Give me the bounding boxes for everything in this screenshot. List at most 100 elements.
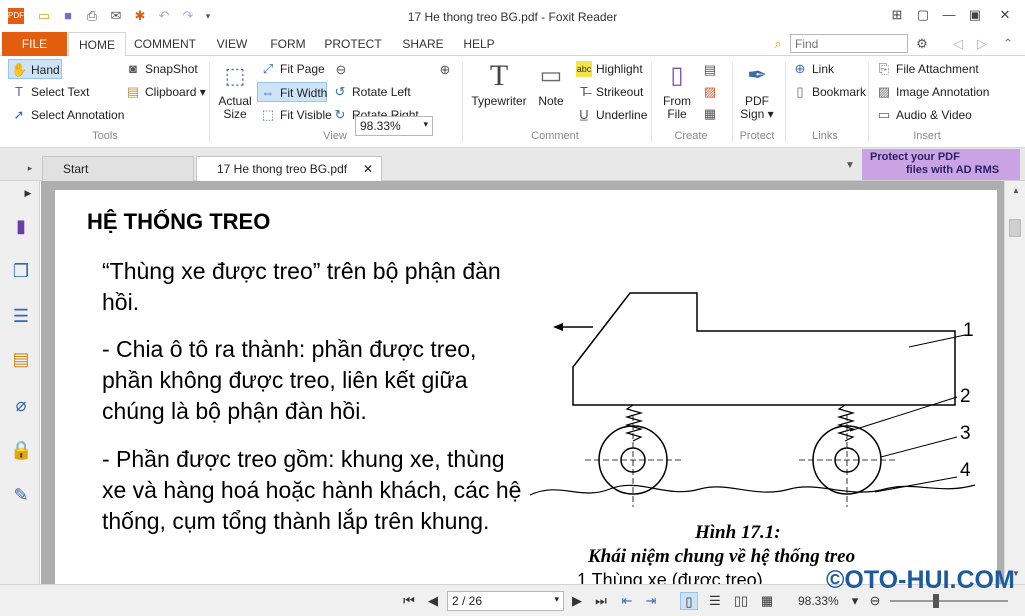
tab-file[interactable]: FILE — [2, 32, 67, 56]
tab-home[interactable]: HOME — [68, 32, 126, 57]
zoom-slider-handle[interactable] — [933, 594, 940, 608]
text-cursor-icon: T — [15, 84, 23, 99]
scroll-thumb[interactable] — [1009, 219, 1021, 237]
clipboard-icon: ▤ — [126, 84, 140, 99]
settings-gear-icon[interactable]: ⚙ — [914, 36, 930, 52]
strikeout-button[interactable]: T̶ Strikeout — [574, 82, 643, 102]
collapse-ribbon-icon[interactable]: ⌃ — [1000, 36, 1016, 52]
select-annotation-button[interactable]: ➚ Select Annotation — [9, 105, 125, 125]
layers-icon[interactable]: ☰ — [10, 305, 32, 327]
pdf-sign-button[interactable]: ✒ PDF Sign ▾ — [736, 61, 778, 121]
pdf-page: HỆ THỐNG TREO “Thùng xe được treo” trên … — [55, 190, 997, 584]
search-input[interactable] — [790, 34, 908, 53]
single-page-icon[interactable]: ▯ — [680, 592, 698, 610]
page-number-input[interactable]: 2 / 26 ▾ — [447, 591, 564, 611]
comments-icon[interactable]: ▤ — [10, 348, 32, 370]
fit-visible-button[interactable]: ⬚ Fit Visible — [258, 105, 332, 125]
restore-ribbon-icon[interactable]: ▢ — [912, 6, 934, 24]
create-clipboard-icon[interactable]: ▦ — [702, 106, 718, 122]
tab-help[interactable]: HELP — [458, 32, 500, 56]
continuous-page-icon[interactable]: ☰ — [706, 592, 724, 610]
tab-dropdown-icon[interactable]: ▼ — [842, 158, 858, 174]
tab-share[interactable]: SHARE — [396, 32, 450, 56]
close-tab-icon[interactable]: ✕ — [363, 157, 373, 181]
create-blank-icon[interactable]: ▤ — [702, 62, 718, 78]
pointer-icon: ➚ — [13, 107, 25, 122]
vertical-scrollbar[interactable]: ▲ ▼ — [1004, 181, 1025, 584]
typewriter-button[interactable]: T Typewriter — [470, 61, 528, 108]
link-button[interactable]: ⊕ Link — [790, 59, 834, 79]
ribbon-separator — [462, 62, 463, 142]
arrow-head — [553, 323, 563, 331]
tab-comment[interactable]: COMMENT — [130, 32, 200, 56]
group-label-insert: Insert — [913, 130, 941, 142]
leader-line — [880, 436, 958, 458]
actual-size-button[interactable]: ⬚ Actual Size — [214, 61, 256, 121]
image-annotation-button[interactable]: ▨ Image Annotation — [874, 82, 990, 102]
tab-list-icon[interactable]: ▸ — [22, 160, 38, 176]
search-folder-icon[interactable]: ⌕ — [770, 36, 786, 52]
attachment-icon: ⎘ — [878, 61, 890, 76]
zoom-select[interactable]: 98.33% ▾ — [355, 116, 433, 136]
previous-page-icon[interactable]: ◀ — [424, 592, 442, 610]
tab-protect[interactable]: PROTECT — [320, 32, 386, 56]
next-result-icon[interactable]: ▷ — [974, 36, 990, 52]
pages-icon[interactable]: ❐ — [10, 260, 32, 282]
camera-icon: ◙ — [129, 61, 137, 76]
video-icon: ▭ — [877, 107, 891, 122]
continuous-facing-icon[interactable]: ▦ — [758, 592, 776, 610]
zoom-out-icon[interactable]: ⊖ — [333, 62, 349, 78]
ad-banner[interactable]: Protect your PDF files with AD RMS — [862, 149, 1020, 180]
fit-page-button[interactable]: ⤢ Fit Page — [258, 59, 325, 79]
audio-video-button[interactable]: ▭ Audio & Video — [874, 105, 972, 125]
clipboard-button[interactable]: ▤ Clipboard ▾ — [123, 82, 206, 102]
tab-start[interactable]: Start — [42, 156, 194, 181]
tab-view[interactable]: VIEW — [207, 32, 257, 56]
maximize-button[interactable]: ▣ — [964, 6, 986, 24]
select-text-button[interactable]: T Select Text — [9, 82, 89, 102]
scroll-up-icon[interactable]: ▲ — [1008, 183, 1024, 199]
bookmarks-icon[interactable]: ▮ — [10, 215, 32, 237]
zoom-slider[interactable] — [890, 600, 1008, 602]
underline-button[interactable]: U̲ Underline — [574, 105, 647, 125]
bookmark-button[interactable]: ▯ Bookmark — [790, 82, 866, 102]
highlight-button[interactable]: abc Highlight — [574, 59, 643, 79]
ribbon-toggle-icon[interactable]: ⊞ — [886, 6, 908, 24]
previous-result-icon[interactable]: ◁ — [950, 36, 966, 52]
create-scan-icon[interactable]: ▨ — [702, 84, 718, 100]
snapshot-button[interactable]: ◙ SnapShot — [123, 59, 198, 79]
fit-width-icon: ⇔ — [261, 85, 275, 100]
paragraph: “Thùng xe được treo” trên bộ phận đàn hồ… — [102, 258, 501, 315]
leader-line — [908, 334, 966, 348]
note-button[interactable]: ▭ Note — [532, 61, 570, 108]
close-button[interactable]: ✕ — [994, 6, 1016, 24]
group-label-comment: Comment — [531, 130, 579, 142]
tab-document[interactable]: 17 He thong treo BG.pdf ✕ — [196, 156, 382, 181]
file-attachment-button[interactable]: ⎘ File Attachment — [874, 59, 979, 79]
underline-icon: U̲ — [579, 107, 589, 122]
hand-tool-button[interactable]: ✋ Hand — [8, 59, 62, 79]
fit-width-button[interactable]: ⇔ Fit Width — [257, 82, 327, 102]
expand-pane-icon[interactable]: ▶ — [20, 185, 36, 201]
image-icon: ▨ — [877, 84, 891, 99]
next-view-icon[interactable]: ⇥ — [642, 592, 660, 610]
minimize-button[interactable]: — — [938, 6, 960, 24]
previous-view-icon[interactable]: ⇤ — [618, 592, 636, 610]
last-page-icon[interactable]: ⏭ — [592, 592, 610, 610]
figure-label: 3 — [960, 423, 971, 444]
zoom-in-icon[interactable]: ⊕ — [437, 62, 453, 78]
watermark: ©OTO-HUI.COM — [826, 566, 1015, 594]
truck-body — [572, 292, 956, 406]
rear-spring — [836, 404, 856, 442]
facing-page-icon[interactable]: ▯▯ — [732, 592, 750, 610]
first-page-icon[interactable]: ⏮ — [400, 592, 418, 610]
document-view[interactable]: HỆ THỐNG TREO “Thùng xe được treo” trên … — [41, 181, 1004, 584]
security-lock-icon[interactable]: 🔒 — [10, 439, 32, 461]
next-page-icon[interactable]: ▶ — [568, 592, 586, 610]
typewriter-icon: T — [489, 59, 509, 92]
tab-form[interactable]: FORM — [264, 32, 312, 56]
rotate-left-button[interactable]: ↺ Rotate Left — [330, 82, 411, 102]
from-file-button[interactable]: ▯ From File — [656, 61, 698, 121]
attachments-icon[interactable]: ⌀ — [10, 394, 32, 416]
signatures-icon[interactable]: ✎ — [10, 484, 32, 506]
